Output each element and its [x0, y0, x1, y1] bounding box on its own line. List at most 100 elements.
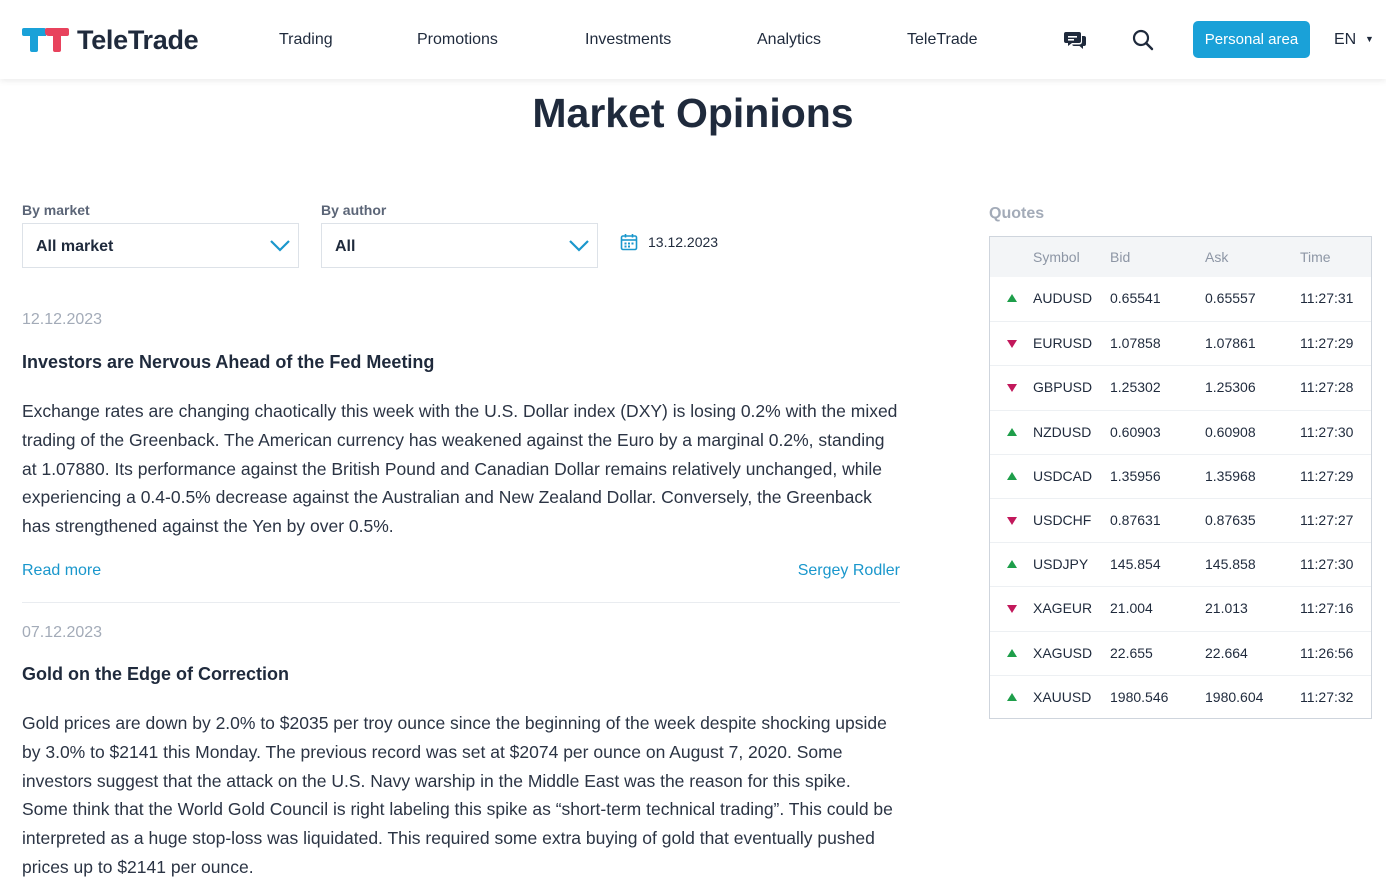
quote-ask: 145.858: [1205, 556, 1256, 573]
quote-ask: 0.87635: [1205, 512, 1256, 528]
arrow-down-icon: [1007, 340, 1017, 349]
nav-analytics[interactable]: Analytics: [757, 31, 821, 49]
nav-teletrade[interactable]: TeleTrade: [907, 31, 978, 49]
author-filter-value: All: [335, 238, 356, 255]
arrow-up-icon: [1007, 471, 1017, 480]
quotes-table-header: Symbol Bid Ask Time: [990, 237, 1371, 277]
quote-symbol: XAGEUR: [1033, 600, 1093, 617]
page-title: Market Opinions: [532, 90, 854, 136]
article-author-link[interactable]: Sergey Rodler: [798, 562, 900, 580]
teletrade-logo-icon: [22, 28, 69, 52]
search-icon[interactable]: [1131, 28, 1155, 52]
teletrade-logo[interactable]: TeleTrade: [22, 25, 199, 55]
column-header-time: Time: [1300, 249, 1331, 265]
quote-ask: 0.60908: [1205, 423, 1256, 440]
quote-row[interactable]: XAUUSD 1980.546 1980.604 11:27:32: [990, 674, 1371, 719]
arrow-up-icon: [1007, 560, 1017, 569]
column-header-symbol: Symbol: [1033, 249, 1080, 265]
quote-time: 11:27:31: [1300, 290, 1354, 306]
calendar-icon: [620, 234, 638, 251]
quote-symbol: XAUUSD: [1033, 688, 1092, 705]
market-filter-select[interactable]: All market: [22, 223, 299, 268]
quote-symbol: USDCAD: [1033, 467, 1093, 484]
arrow-down-icon: [1007, 384, 1017, 393]
article-card: 12.12.2023 Investors are Nervous Ahead o…: [22, 311, 900, 579]
arrow-down-icon: [1007, 605, 1017, 614]
quote-time: 11:27:30: [1300, 556, 1354, 573]
quote-row[interactable]: XAGEUR 21.004 21.013 11:27:16: [990, 586, 1371, 630]
quote-symbol: USDCHF: [1033, 512, 1092, 528]
quote-bid: 1980.546: [1110, 688, 1169, 705]
quote-ask: 1.25306: [1205, 379, 1256, 396]
article-title[interactable]: Gold on the Edge of Correction: [22, 664, 289, 685]
quote-symbol: XAGUSD: [1033, 644, 1093, 661]
quote-row[interactable]: USDJPY 145.854 145.858 11:27:30: [990, 542, 1371, 586]
quote-symbol: GBPUSD: [1033, 379, 1093, 396]
quote-time: 11:27:32: [1300, 688, 1354, 705]
quote-bid: 0.65541: [1110, 290, 1161, 306]
quote-row[interactable]: USDCAD 1.35956 1.35968 11:27:29: [990, 453, 1371, 498]
personal-area-button[interactable]: Personal area: [1193, 21, 1310, 58]
quotes-table: Symbol Bid Ask Time AUDUSD 0.65541 0.65557…: [989, 236, 1372, 719]
quote-time: 11:26:56: [1300, 644, 1354, 661]
quote-ask: 1980.604: [1205, 688, 1264, 705]
article-date: 12.12.2023: [22, 311, 103, 328]
quote-ask: 1.07861: [1205, 335, 1256, 352]
arrow-up-icon: [1007, 692, 1017, 701]
site-header: TeleTrade Trading Promotions Investments…: [0, 0, 1386, 79]
quote-bid: 145.854: [1110, 556, 1161, 573]
article-date: 07.12.2023: [22, 624, 103, 641]
nav-promotions[interactable]: Promotions: [417, 31, 498, 49]
arrow-up-icon: [1007, 294, 1017, 302]
quote-ask: 21.013: [1205, 600, 1248, 617]
read-more-link[interactable]: Read more: [22, 562, 101, 580]
date-picker[interactable]: 13.12.2023: [620, 232, 718, 252]
arrow-down-icon: [1007, 517, 1017, 525]
article-body: Exchange rates are changing chaotically …: [22, 401, 898, 537]
quote-row[interactable]: GBPUSD 1.25302 1.25306 11:27:28: [990, 365, 1371, 409]
quote-bid: 21.004: [1110, 600, 1153, 617]
quote-ask: 22.664: [1205, 644, 1248, 661]
language-selector[interactable]: EN: [1334, 31, 1356, 49]
quote-row[interactable]: AUDUSD 0.65541 0.65557 11:27:31: [990, 277, 1371, 321]
article-card: 07.12.2023 Gold on the Edge of Correctio…: [22, 624, 900, 877]
quote-bid: 0.87631: [1110, 512, 1161, 528]
arrow-up-icon: [1007, 427, 1017, 436]
quote-symbol: EURUSD: [1033, 335, 1093, 352]
quote-bid: 1.35956: [1110, 467, 1161, 484]
author-filter-select[interactable]: All: [321, 223, 598, 268]
market-filter-label: By market: [22, 202, 90, 218]
quote-symbol: AUDUSD: [1033, 290, 1093, 306]
article-title[interactable]: Investors are Nervous Ahead of the Fed M…: [22, 352, 434, 373]
quote-row[interactable]: USDCHF 0.87631 0.87635 11:27:27: [990, 498, 1371, 542]
chevron-down-icon[interactable]: ▼: [1365, 34, 1374, 44]
chevron-down-icon: [569, 240, 589, 252]
logo-text: TeleTrade: [77, 25, 199, 55]
column-header-ask: Ask: [1205, 249, 1229, 265]
quote-row[interactable]: EURUSD 1.07858 1.07861 11:27:29: [990, 321, 1371, 365]
quote-row[interactable]: XAGUSD 22.655 22.664 11:26:56: [990, 630, 1371, 675]
chat-icon[interactable]: [1063, 28, 1087, 52]
column-header-bid: Bid: [1110, 249, 1131, 265]
chevron-down-icon: [270, 240, 290, 252]
quote-bid: 0.60903: [1110, 423, 1161, 440]
nav-trading[interactable]: Trading: [279, 31, 333, 49]
quotes-label: Quotes: [989, 205, 1045, 222]
quote-time: 11:27:27: [1300, 512, 1354, 528]
article-body: Gold prices are down by 2.0% to $2035 pe…: [22, 713, 893, 877]
quote-symbol: USDJPY: [1033, 556, 1089, 573]
quote-ask: 0.65557: [1205, 290, 1256, 306]
article-divider: [22, 602, 900, 603]
market-filter-value: All market: [36, 238, 114, 255]
quote-time: 11:27:16: [1300, 600, 1354, 617]
quote-time: 11:27:29: [1300, 335, 1354, 352]
quote-row[interactable]: NZDUSD 0.60903 0.60908 11:27:30: [990, 409, 1371, 454]
quote-time: 11:27:29: [1300, 467, 1354, 484]
quote-bid: 22.655: [1110, 644, 1153, 661]
nav-investments[interactable]: Investments: [585, 31, 671, 49]
arrow-up-icon: [1007, 648, 1017, 657]
quote-time: 11:27:30: [1300, 423, 1354, 440]
quote-ask: 1.35968: [1205, 467, 1256, 484]
author-filter-label: By author: [321, 202, 387, 218]
quote-bid: 1.25302: [1110, 379, 1161, 396]
